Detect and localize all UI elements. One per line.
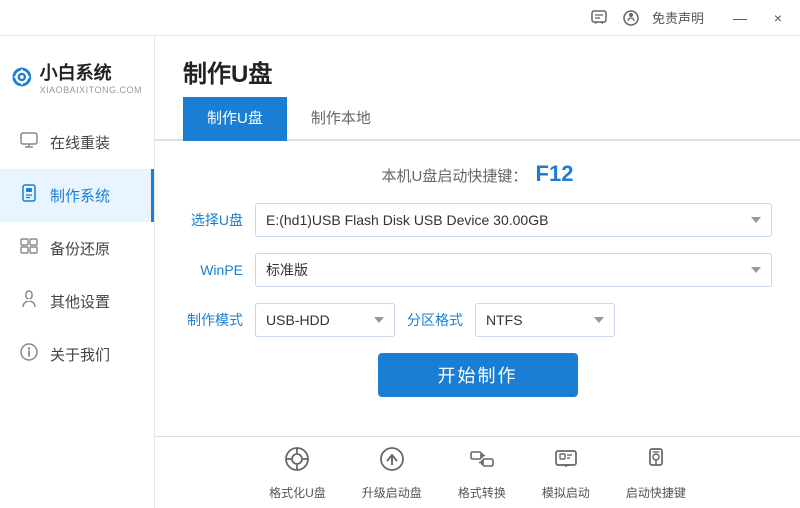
online-reinstall-icon <box>18 130 40 155</box>
sidebar-item-online-reinstall[interactable]: 在线重装 <box>0 116 154 169</box>
bottom-tool-boot-shortcut[interactable]: 启动快捷键 <box>626 445 686 501</box>
simulate-boot-icon <box>552 445 580 480</box>
format-udisk-icon <box>283 445 311 480</box>
sidebar-item-backup-restore[interactable]: 备份还原 <box>0 222 154 275</box>
shortcut-prefix: 本机U盘启动快捷键： <box>382 168 528 185</box>
udisk-select[interactable]: E:(hd1)USB Flash Disk USB Device 30.00GB <box>255 203 772 237</box>
upgrade-boot-icon <box>378 445 406 480</box>
winpe-label: WinPE <box>183 262 243 278</box>
start-button[interactable]: 开始制作 <box>378 353 578 397</box>
bottom-tool-format-convert[interactable]: 格式转换 <box>458 445 506 501</box>
sidebar-item-make-system[interactable]: 制作系统 <box>0 169 154 222</box>
logo-sub: XIAOBAIXITONG.COM <box>40 85 142 95</box>
winpe-select[interactable]: 标准版 <box>255 253 772 287</box>
about-us-icon <box>18 342 40 367</box>
format-convert-icon <box>468 445 496 480</box>
format-udisk-label: 格式化U盘 <box>269 484 326 501</box>
logo-area: 小白系统 XIAOBAIXITONG.COM <box>0 46 154 116</box>
close-button[interactable]: × <box>764 4 792 32</box>
page-title: 制作U盘 <box>183 54 272 89</box>
logo-icon <box>12 56 32 98</box>
titlebar-icons: 免责声明 — × <box>588 4 792 32</box>
bottom-tool-simulate-boot[interactable]: 模拟启动 <box>542 445 590 501</box>
simulate-boot-label: 模拟启动 <box>542 484 590 501</box>
bottom-tool-format-udisk[interactable]: 格式化U盘 <box>269 445 326 501</box>
main-layout: 小白系统 XIAOBAIXITONG.COM 在线重装 <box>0 36 800 508</box>
format-convert-label: 格式转换 <box>458 484 506 501</box>
logo-text: 小白系统 XIAOBAIXITONG.COM <box>40 59 142 95</box>
winpe-select-row: WinPE 标准版 <box>183 253 772 287</box>
feedback-label[interactable]: 免责声明 <box>652 8 704 27</box>
sidebar-label-make-system: 制作系统 <box>50 185 110 206</box>
feedback-icon[interactable] <box>588 7 610 29</box>
logo-name: 小白系统 <box>40 59 142 85</box>
udisk-select-row: 选择U盘 E:(hd1)USB Flash Disk USB Device 30… <box>183 203 772 237</box>
content-area: 制作U盘 制作U盘 制作本地 本机U盘启动快捷键： F12 选择U盘 E:(hd… <box>155 36 800 508</box>
make-system-icon <box>18 183 40 208</box>
tab-make-udisk[interactable]: 制作U盘 <box>183 97 287 141</box>
sidebar-label-online-reinstall: 在线重装 <box>50 132 110 153</box>
bottom-toolbar: 格式化U盘 升级启动盘 <box>155 436 800 508</box>
shortcut-key: F12 <box>536 161 574 186</box>
tabs-bar: 制作U盘 制作本地 <box>155 97 800 141</box>
mode-partition-row: 制作模式 USB-HDD 分区格式 NTFS <box>183 303 772 337</box>
udisk-label: 选择U盘 <box>183 210 243 230</box>
sidebar-label-about-us: 关于我们 <box>50 344 110 365</box>
minimize-button[interactable]: — <box>726 4 754 32</box>
shortcut-hint: 本机U盘启动快捷键： F12 <box>183 161 772 187</box>
help-icon[interactable] <box>620 7 642 29</box>
form-area: 本机U盘启动快捷键： F12 选择U盘 E:(hd1)USB Flash Dis… <box>155 141 800 436</box>
make-mode-select[interactable]: USB-HDD <box>255 303 395 337</box>
sidebar-item-other-settings[interactable]: 其他设置 <box>0 275 154 328</box>
sidebar-label-backup-restore: 备份还原 <box>50 238 110 259</box>
sidebar-item-about-us[interactable]: 关于我们 <box>0 328 154 381</box>
backup-restore-icon <box>18 236 40 261</box>
upgrade-boot-label: 升级启动盘 <box>362 484 422 501</box>
other-settings-icon <box>18 289 40 314</box>
boot-shortcut-label: 启动快捷键 <box>626 484 686 501</box>
make-mode-label: 制作模式 <box>183 310 243 330</box>
page-header: 制作U盘 <box>155 36 800 89</box>
sidebar-label-other-settings: 其他设置 <box>50 291 110 312</box>
boot-shortcut-icon <box>642 445 670 480</box>
tab-make-local[interactable]: 制作本地 <box>287 97 395 141</box>
sidebar: 小白系统 XIAOBAIXITONG.COM 在线重装 <box>0 36 155 508</box>
partition-label: 分区格式 <box>407 310 463 330</box>
bottom-tool-upgrade-boot[interactable]: 升级启动盘 <box>362 445 422 501</box>
titlebar: 免责声明 — × <box>0 0 800 36</box>
partition-select[interactable]: NTFS <box>475 303 615 337</box>
